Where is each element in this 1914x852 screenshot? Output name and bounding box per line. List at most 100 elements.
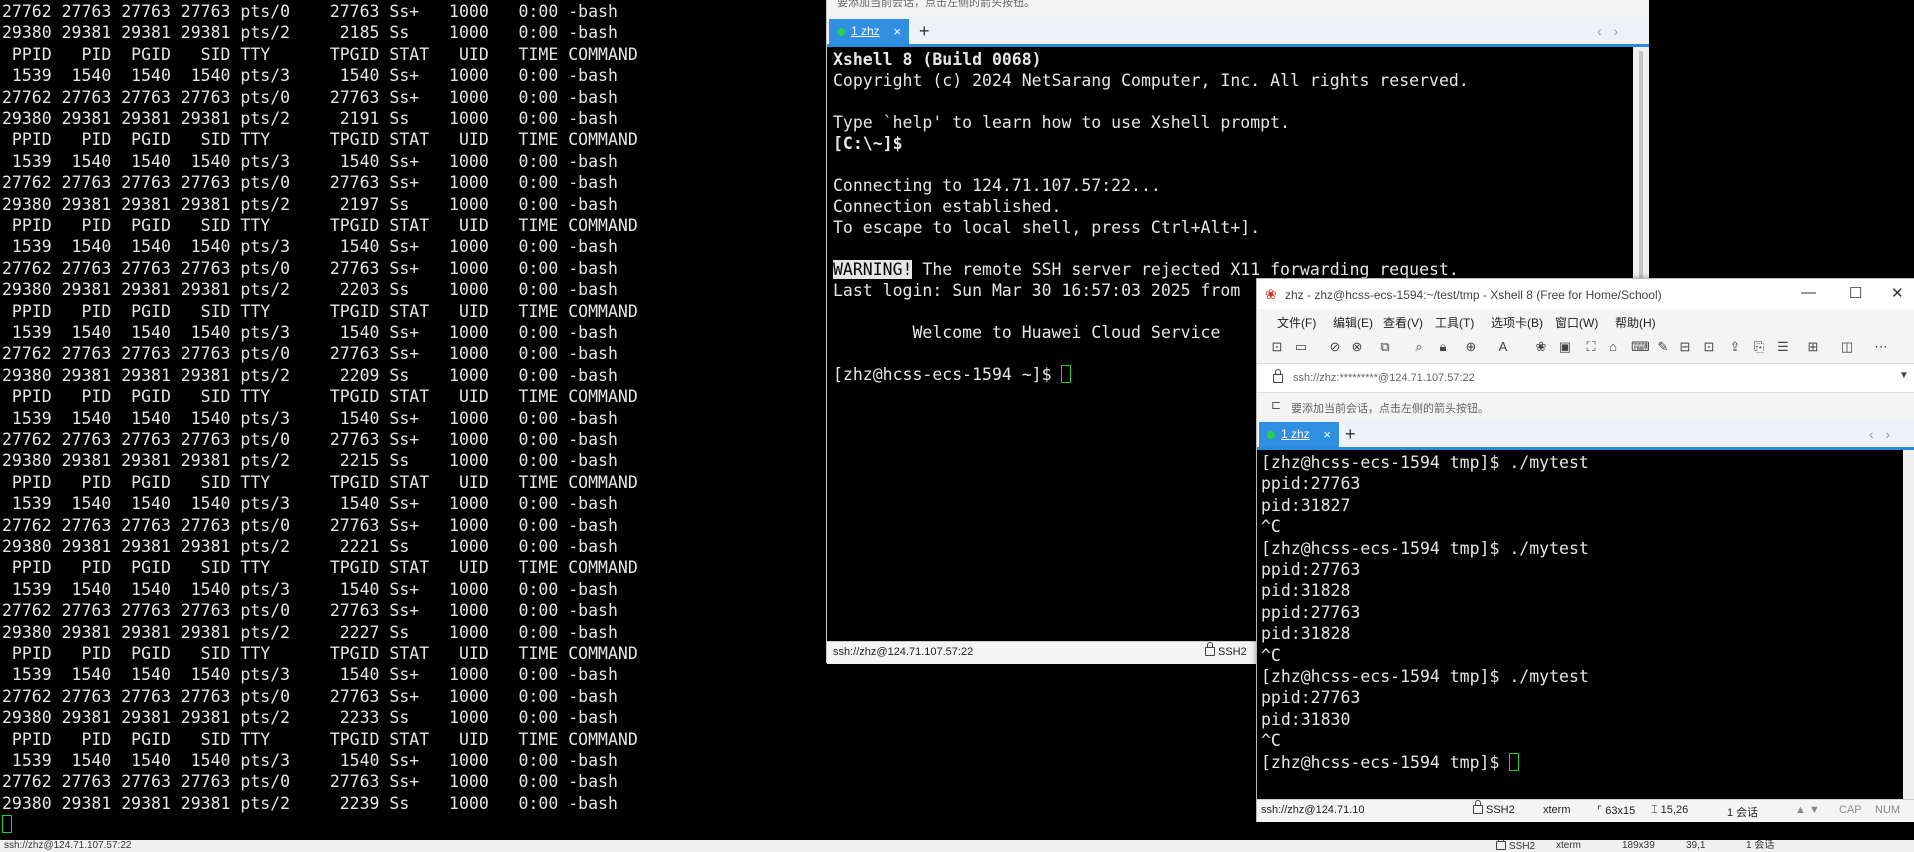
tab-session-zhz[interactable]: 1 zhz × (1259, 422, 1339, 447)
terminal-line: PPID PID PGID SID TTY TPGID STAT UID TIM… (2, 387, 638, 407)
more-icon[interactable]: ⋯ (1873, 339, 1889, 355)
terminal-line: ppid:27763 (1261, 474, 1361, 494)
chevron-down-icon[interactable]: ▼ (1899, 370, 1909, 381)
xftp-icon[interactable]: ▣ (1557, 339, 1573, 355)
compose-icon[interactable]: ⊟ (1677, 339, 1693, 355)
shell-prompt: [zhz@hcss-ecs-1594 ~]$ (833, 365, 1062, 384)
address-text: ssh://zhz:*********@124.71.107.57:22 (1293, 372, 1475, 384)
new-window-icon[interactable]: ⧉ (1377, 339, 1393, 355)
new-session-icon[interactable]: ⊡ (1269, 339, 1285, 355)
status-protocol: SSH2 (1496, 840, 1535, 852)
layout-icon[interactable]: ◫ (1839, 339, 1855, 355)
terminal-line: ppid:27763 (1261, 602, 1361, 622)
status-sessions: 1 会话 (1727, 807, 1759, 819)
terminal-line: ppid:27763 (1261, 688, 1361, 708)
connected-dot-icon (1267, 431, 1275, 439)
terminal-line: 29380 29381 29381 29381 pts/2 2191 Ss 10… (2, 109, 618, 128)
terminal-line: PPID PID PGID SID TTY TPGID STAT UID TIM… (2, 644, 638, 663)
terminal-scrollbar[interactable] (1903, 450, 1914, 799)
terminal-line: pid:31828 (1261, 581, 1351, 601)
xshell-window-right: ❀ zhz - zhz@hcss-ecs-1594:~/test/tmp - X… (1256, 278, 1914, 822)
tab-close-button[interactable]: × (893, 19, 901, 44)
terminal-line: PPID PID PGID SID TTY TPGID STAT UID TIM… (2, 44, 638, 64)
terminal-line: 27762 27763 27763 27763 pts/0 27763 Ss+ … (2, 430, 618, 449)
menu-bar: 文件(F) 编辑(E) 查看(V) 工具(T) 选项卡(B) 窗口(W) 帮助(… (1257, 309, 1914, 333)
address-bar[interactable]: ssh://zhz:*********@124.71.107.57:22 ▼ (1257, 364, 1914, 393)
tab-nav-arrows[interactable]: ‹ › (1597, 20, 1622, 42)
local-prompt: [C:\~]$ (833, 134, 903, 153)
menu-view[interactable]: 查看(V) (1383, 314, 1423, 331)
add-session-icon[interactable]: ⊏ (1271, 398, 1281, 412)
status-term: xterm (1556, 840, 1581, 851)
terminal-cursor (1509, 752, 1520, 771)
terminal-line: 1539 1540 1540 1540 pts/3 1540 Ss+ 1000 … (2, 408, 618, 428)
link-icon[interactable]: ⊘ (1327, 339, 1343, 355)
terminal-line: 27762 27763 27763 27763 pts/0 27763 Ss+ … (2, 515, 618, 535)
terminal-line: 29380 29381 29381 29381 pts/2 2185 Ss 10… (2, 23, 618, 43)
transfer-icon[interactable]: ⇪ (1727, 339, 1743, 355)
lock-icon (1473, 800, 1483, 814)
disconnect-icon[interactable]: ⊗ (1349, 339, 1365, 355)
keyboard-icon[interactable]: ⌨ (1631, 339, 1650, 355)
terminal-line: 1539 1540 1540 1540 pts/3 1540 Ss+ 1000 … (2, 751, 618, 770)
terminal-line: ^C (1261, 731, 1281, 751)
session-hint-bar: ⊏ 要添加当前会话，点击左侧的箭头按钮。 (1257, 393, 1914, 419)
terminal-line: 29380 29381 29381 29381 pts/2 2227 Ss 10… (2, 622, 618, 642)
copy-icon[interactable]: ⎘ (1751, 339, 1767, 355)
globe-icon[interactable]: ⊕ (1463, 339, 1479, 355)
scroll-arrows-icon[interactable]: ▲ ▼ (1795, 804, 1820, 816)
status-protocol: SSH2 (1205, 642, 1247, 658)
maximize-button[interactable]: ☐ (1849, 284, 1862, 302)
title-bar[interactable]: ❀ zhz - zhz@hcss-ecs-1594:~/test/tmp - X… (1257, 279, 1914, 309)
menu-window[interactable]: 窗口(W) (1555, 314, 1598, 331)
terminal-line: pid:31827 (1261, 495, 1351, 515)
welcome-line: Welcome to Huawei Cloud Service (833, 323, 1221, 342)
terminal-line: 1539 1540 1540 1540 pts/3 1540 Ss+ 1000 … (2, 665, 618, 685)
xshell-red-icon[interactable]: ❀ (1533, 339, 1549, 355)
menu-file[interactable]: 文件(F) (1277, 314, 1316, 331)
menu-help[interactable]: 帮助(H) (1615, 314, 1656, 331)
script-icon[interactable]: ⊡ (1701, 339, 1717, 355)
right-terminal[interactable]: [zhz@hcss-ecs-1594 tmp]$ ./mytest ppid:27… (1257, 450, 1903, 799)
terminal-line: ppid:27763 (1261, 560, 1361, 579)
menu-tabs[interactable]: 选项卡(B) (1491, 314, 1543, 331)
terminal-line: 1539 1540 1540 1540 pts/3 1540 Ss+ 1000 … (2, 323, 618, 342)
status-position: 39,1 (1686, 840, 1706, 851)
terminal-line: PPID PID PGID SID TTY TPGID STAT UID TIM… (2, 130, 638, 150)
pen-icon[interactable]: ✎ (1655, 339, 1671, 355)
new-tab-button[interactable]: + (1345, 422, 1356, 447)
terminal-line: pid:31828 (1261, 624, 1351, 644)
terminal-line: 1539 1540 1540 1540 pts/3 1540 Ss+ 1000 … (2, 579, 618, 599)
tab-nav-arrows[interactable]: ‹ › (1869, 423, 1894, 445)
font-icon[interactable]: A (1495, 339, 1511, 355)
menu-edit[interactable]: 编辑(E) (1333, 314, 1373, 331)
tab-session-zhz[interactable]: 1 zhz × (829, 19, 909, 44)
lock-screen-icon[interactable]: ⌂ (1605, 339, 1621, 355)
terminal-cursor (2, 815, 12, 834)
last-login-line: Last login: Sun Mar 30 16:57:03 2025 fro… (833, 281, 1241, 300)
terminal-line: ^C (1261, 517, 1281, 537)
connected-dot-icon (837, 28, 845, 36)
status-position: ⌶ 15,26 (1651, 804, 1689, 816)
established-line: Connection established. (833, 197, 1062, 216)
minimize-button[interactable]: — (1801, 284, 1816, 301)
menu-tools[interactable]: 工具(T) (1435, 314, 1474, 331)
terminal-line: PPID PID PGID SID TTY TPGID STAT UID TIM… (2, 472, 638, 492)
paste-icon[interactable]: ☰ (1775, 339, 1791, 355)
search-icon[interactable]: ⌕ (1411, 339, 1427, 355)
lock-toolbar-icon[interactable]: 🔒︎ (1435, 339, 1451, 355)
terminal-line: PPID PID PGID SID TTY TPGID STAT UID TIM… (2, 558, 638, 578)
terminal-line: pid:31830 (1261, 709, 1351, 729)
terminal-line: 29380 29381 29381 29381 pts/2 2197 Ss 10… (2, 194, 618, 214)
tab-label: 1 zhz (851, 24, 880, 38)
terminal-line: 1539 1540 1540 1540 pts/3 1540 Ss+ 1000 … (2, 66, 618, 86)
shell-prompt-line: [zhz@hcss-ecs-1594 tmp]$ (1261, 752, 1520, 773)
terminal-line: [zhz@hcss-ecs-1594 tmp]$ ./mytest (1261, 538, 1589, 558)
session-hint: 要添加当前会话，点击左侧的箭头按钮。 (1291, 403, 1489, 415)
tab-close-button[interactable]: × (1323, 422, 1331, 447)
close-button[interactable]: ✕ (1891, 284, 1904, 302)
add-tab-icon[interactable]: ⊞ (1805, 339, 1821, 355)
open-folder-icon[interactable]: ▭ (1293, 339, 1309, 355)
fullscreen-icon[interactable]: ⛶ (1583, 339, 1599, 355)
new-tab-button[interactable]: + (919, 19, 930, 44)
